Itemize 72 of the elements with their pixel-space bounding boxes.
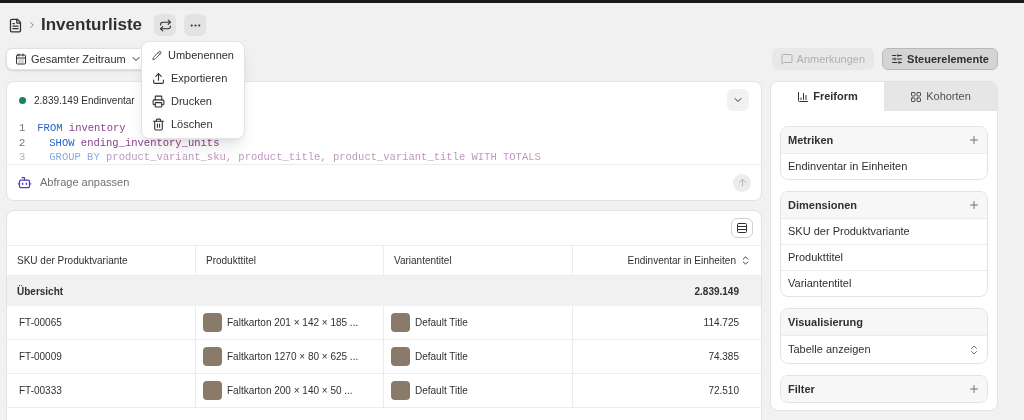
photo-placeholder xyxy=(203,381,222,400)
table-cell-text: Faltkarton 1270 × 80 × 625 ... xyxy=(227,350,359,364)
send-button[interactable] xyxy=(733,173,751,192)
controls-button[interactable]: Steuerelemente xyxy=(882,48,998,70)
section-title: Dimensionen xyxy=(788,197,858,213)
sync-button[interactable] xyxy=(154,14,177,36)
section-title: Metriken xyxy=(788,132,834,148)
code-line: SHOW ending_inventory_units xyxy=(48,135,220,150)
section-title: Visualisierung xyxy=(788,314,863,330)
photo-placeholder xyxy=(203,313,222,332)
photo-placeholder xyxy=(391,381,410,400)
grid-icon xyxy=(910,90,923,103)
add-icon[interactable] xyxy=(968,134,980,146)
sort-icon[interactable] xyxy=(740,255,751,266)
panel-tab[interactable]: Kohorten xyxy=(884,82,997,111)
table-cell-text: 114.725 xyxy=(703,316,739,330)
printer-icon xyxy=(152,95,165,108)
menu-item[interactable]: Exportieren xyxy=(142,67,244,90)
prompt-field[interactable]: Abfrage anpassen xyxy=(40,174,340,191)
page-title: Inventurliste xyxy=(41,14,143,37)
photo-placeholder xyxy=(203,347,222,366)
table-cell-text: Default Title xyxy=(415,316,468,330)
visualization-select[interactable]: Tabelle anzeigen xyxy=(781,335,987,363)
table-cell-text: FT-00333 xyxy=(19,384,62,398)
table-cell-text: Default Title xyxy=(415,384,468,398)
add-icon[interactable] xyxy=(968,199,980,211)
column-header: Produkttitel xyxy=(206,254,257,268)
column-header: Variantentitel xyxy=(394,254,452,268)
summary-label: Übersicht xyxy=(17,284,64,299)
bar-chart-icon xyxy=(797,90,810,103)
table-cell-text: 72.510 xyxy=(708,384,739,398)
code-line: GROUP BY product_variant_sku, product_title, product_variant_title WITH TOTALS xyxy=(48,150,541,164)
arrow-up-icon xyxy=(736,177,748,188)
code-line: FROM inventory xyxy=(37,121,126,136)
table-cell-text: Default Title xyxy=(415,350,468,364)
photo-placeholder xyxy=(391,313,410,332)
add-icon[interactable] xyxy=(968,383,980,395)
table-cell-text: 74.385 xyxy=(708,350,739,364)
line-number: 1 xyxy=(19,121,26,136)
table-cell-text: Faltkarton 200 × 140 × 50 ... xyxy=(227,384,353,398)
column-header[interactable]: Endinventar in Einheiten xyxy=(627,253,736,268)
column-header: SKU der Produktvariante xyxy=(17,254,128,268)
menu-item[interactable]: Löschen xyxy=(142,113,244,136)
sliders-icon xyxy=(891,53,904,65)
table-cell-text: FT-00009 xyxy=(19,350,62,364)
up-down-icon xyxy=(968,343,980,356)
list-item[interactable]: SKU der Produktvariante xyxy=(788,223,910,240)
table-cell-text: Faltkarton 201 × 142 × 185 ... xyxy=(227,316,359,330)
pencil-icon xyxy=(152,49,162,62)
photo-placeholder xyxy=(391,347,410,366)
chevron-right-icon xyxy=(27,20,37,30)
assistant-icon xyxy=(17,175,32,190)
menu-item[interactable]: Drucken xyxy=(142,90,244,113)
repeat-icon xyxy=(158,18,172,32)
note-icon xyxy=(780,53,793,65)
list-item[interactable]: Endinventar in Einheiten xyxy=(788,158,908,175)
upload-icon xyxy=(152,72,165,85)
collapse-button[interactable] xyxy=(727,89,749,111)
rows-icon xyxy=(736,222,748,234)
trash-icon xyxy=(152,118,165,131)
query-summary: 2.839.149 Endinventar xyxy=(34,93,135,108)
summary-total: 2.839.149 xyxy=(694,284,739,299)
more-button[interactable] xyxy=(184,14,207,36)
calendar-icon xyxy=(15,53,27,65)
line-number: 3 xyxy=(19,150,26,164)
table-cell-text: FT-00065 xyxy=(19,316,62,330)
line-number: 2 xyxy=(19,135,26,150)
document-icon xyxy=(8,17,23,33)
layout-button[interactable] xyxy=(731,218,753,238)
list-item[interactable]: Produkttitel xyxy=(788,249,844,266)
list-item[interactable]: Variantentitel xyxy=(788,275,852,292)
section-title: Filter xyxy=(788,381,815,397)
